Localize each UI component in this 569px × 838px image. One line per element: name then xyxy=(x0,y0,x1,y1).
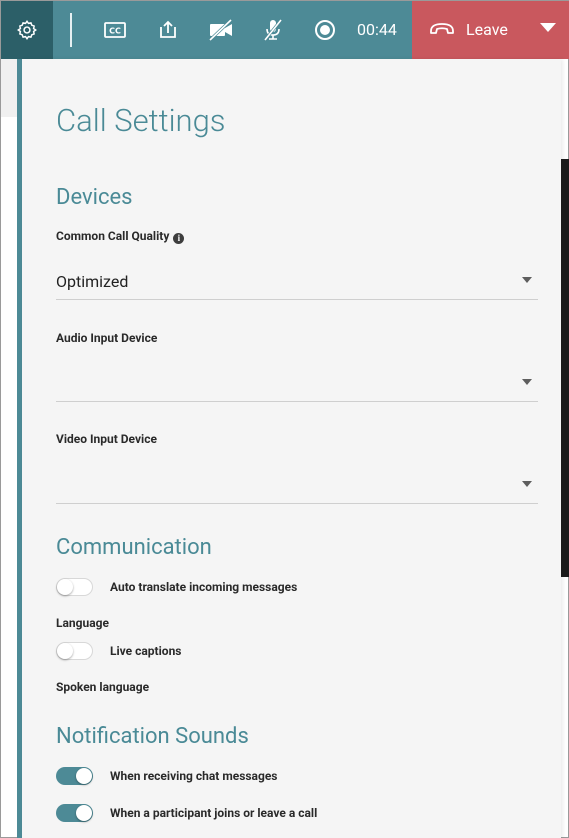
live-captions-label: Live captions xyxy=(110,644,182,658)
devices-heading: Devices xyxy=(56,185,133,210)
panel-title: Call Settings xyxy=(56,102,226,139)
mic-off-icon xyxy=(263,19,283,41)
call-quality-label: Common Call Quality i xyxy=(56,229,185,244)
call-quality-label-text: Common Call Quality xyxy=(56,229,170,243)
info-icon[interactable]: i xyxy=(173,233,185,244)
participant-join-sound-toggle[interactable] xyxy=(56,804,93,822)
chat-messages-sound-label: When receiving chat messages xyxy=(110,769,278,783)
call-quality-value: Optimized xyxy=(56,272,129,291)
svg-text:CC: CC xyxy=(109,27,121,36)
camera-toggle-button[interactable] xyxy=(204,13,238,47)
chat-messages-sound-row: When receiving chat messages xyxy=(56,766,277,786)
call-timer: 00:44 xyxy=(357,20,397,39)
background-content xyxy=(1,59,17,117)
settings-button[interactable] xyxy=(1,1,53,59)
toggle-knob xyxy=(57,579,73,595)
auto-translate-toggle[interactable] xyxy=(56,578,93,596)
call-quality-select[interactable]: Optimized xyxy=(56,264,538,300)
hang-up-icon xyxy=(430,23,454,34)
leave-label: Leave xyxy=(466,20,508,39)
toggle-knob xyxy=(57,643,73,659)
participant-join-sound-row: When a participant joins or leave a call xyxy=(56,803,317,823)
language-label: Language xyxy=(56,616,109,630)
share-screen-button[interactable] xyxy=(151,13,185,47)
app-window: CC 00:44 Leave Call Settings Devices Com… xyxy=(0,0,569,838)
toggle-knob xyxy=(76,768,92,784)
audio-input-select[interactable] xyxy=(56,366,538,402)
auto-translate-label: Auto translate incoming messages xyxy=(110,580,298,594)
video-input-select[interactable] xyxy=(56,468,538,504)
toolbar-divider xyxy=(70,13,72,47)
chat-messages-sound-toggle[interactable] xyxy=(56,767,93,785)
notification-sounds-heading: Notification Sounds xyxy=(56,724,249,749)
audio-input-label: Audio Input Device xyxy=(56,331,158,345)
live-captions-row: Live captions xyxy=(56,641,181,661)
panel-scrollbar[interactable] xyxy=(561,159,569,577)
captions-button[interactable]: CC xyxy=(98,13,132,47)
gear-icon xyxy=(17,20,37,40)
share-screen-icon xyxy=(160,20,176,38)
communication-heading: Communication xyxy=(56,535,212,560)
toggle-knob xyxy=(76,805,92,821)
call-toolbar: CC 00:44 Leave xyxy=(1,1,569,59)
leave-button[interactable]: Leave xyxy=(412,1,569,59)
record-button[interactable] xyxy=(308,13,342,47)
closed-captions-icon: CC xyxy=(104,22,126,38)
record-icon xyxy=(315,20,335,40)
camera-off-icon xyxy=(208,19,233,41)
spoken-language-label: Spoken language xyxy=(56,680,150,694)
participant-join-sound-label: When a participant joins or leave a call xyxy=(110,806,318,820)
chevron-down-icon xyxy=(522,277,532,283)
live-captions-toggle[interactable] xyxy=(56,642,93,660)
mic-toggle-button[interactable] xyxy=(256,13,290,47)
video-input-label: Video Input Device xyxy=(56,432,157,446)
chevron-down-icon xyxy=(522,379,532,385)
chevron-down-icon xyxy=(522,481,532,487)
auto-translate-row: Auto translate incoming messages xyxy=(56,577,297,597)
call-settings-panel xyxy=(22,59,561,838)
caret-down-icon[interactable] xyxy=(540,23,556,32)
